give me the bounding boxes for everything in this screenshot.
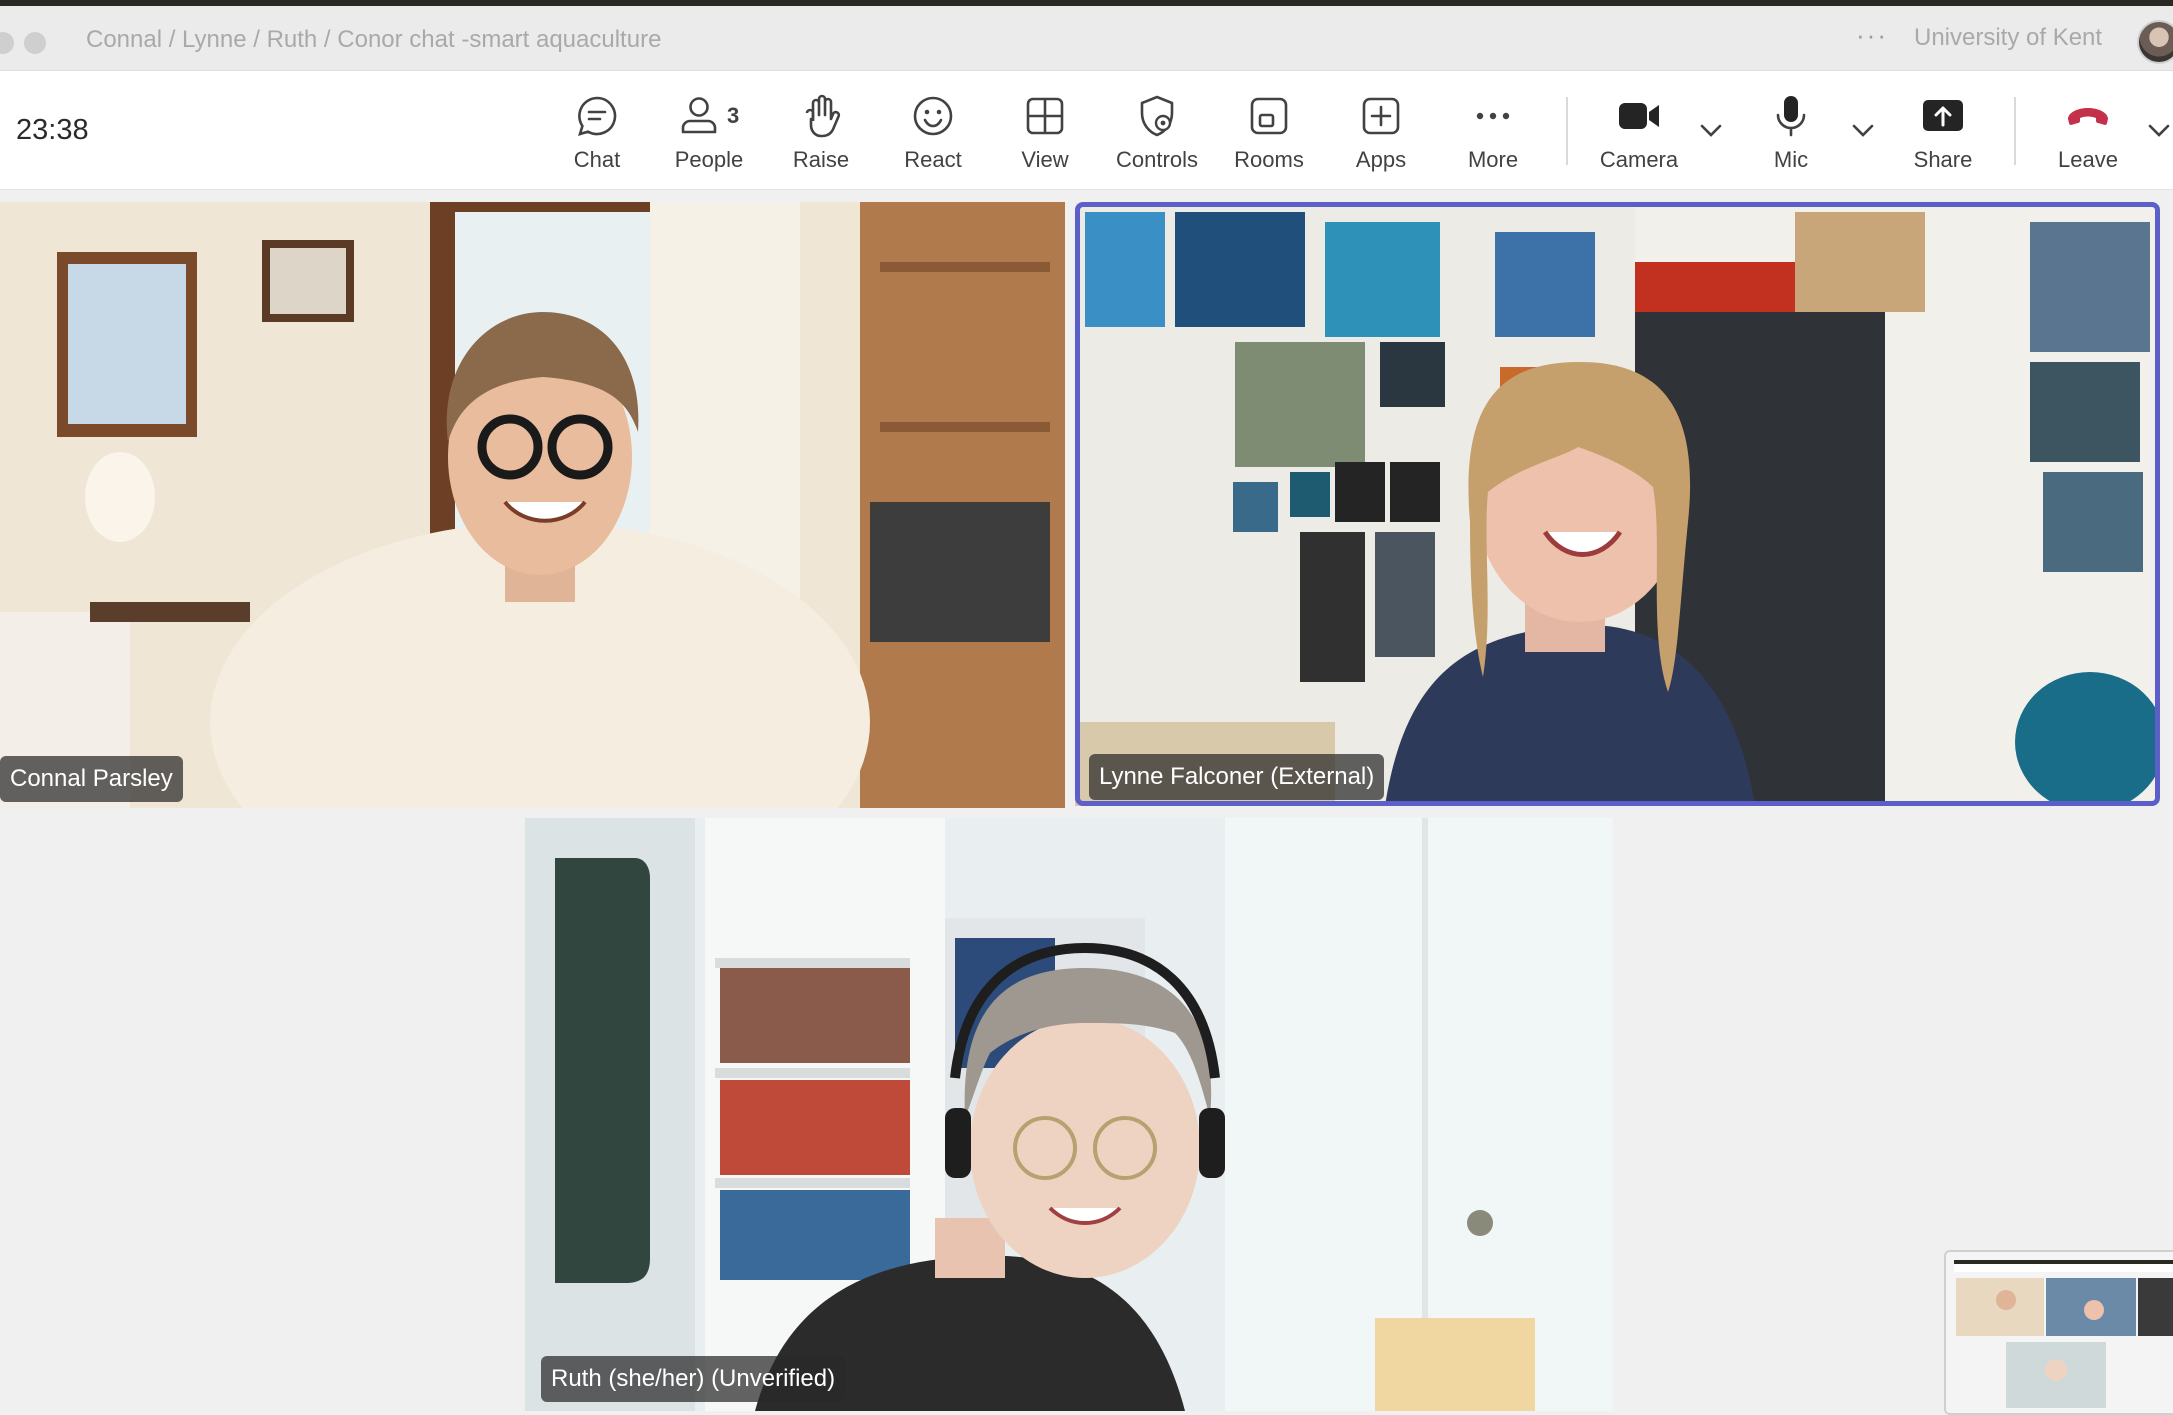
meeting-toolbar: 23:38 Chat 3 People Raise React View Con… (0, 71, 2173, 190)
leave-button[interactable]: Leave (2032, 71, 2144, 189)
participant-video-tile[interactable]: Ruth (she/her) (Unverified) (525, 818, 1613, 1411)
video-stage: Connal Parsley Lynne Falconer (External)… (0, 190, 2173, 1415)
meeting-title: Connal / Lynne / Ruth / Conor chat -smar… (86, 26, 662, 53)
share-button[interactable]: Share (1887, 71, 1999, 189)
title-bar: Connal / Lynne / Ruth / Conor chat -smar… (0, 6, 2173, 71)
window-close-control[interactable] (0, 32, 14, 54)
add-app-icon (1351, 93, 1411, 139)
shield-gear-icon (1127, 93, 1187, 139)
organization-name: University of Kent (1914, 24, 2103, 51)
controls-label: Controls (1116, 147, 1198, 172)
leave-options-chevron-down-icon[interactable] (2144, 115, 2173, 145)
video-camera-icon (1609, 93, 1669, 139)
view-button[interactable]: View (989, 71, 1101, 189)
mic-label: Mic (1773, 147, 1809, 172)
camera-options-chevron-down-icon[interactable] (1696, 115, 1726, 145)
react-button[interactable]: React (877, 71, 989, 189)
mic-button[interactable]: Mic (1735, 71, 1847, 189)
chat-label: Chat (573, 147, 621, 172)
people-button[interactable]: 3 People (653, 71, 765, 189)
leave-label: Leave (2058, 147, 2118, 172)
raise-label: Raise (792, 147, 850, 172)
self-view-thumbnail[interactable] (1944, 1250, 2173, 1415)
camera-button[interactable]: Camera (1583, 71, 1695, 189)
smiley-icon (903, 93, 963, 139)
participant-video-tile[interactable]: Connal Parsley (0, 202, 1065, 808)
apps-button[interactable]: Apps (1325, 71, 1437, 189)
grid-view-icon (1015, 93, 1075, 139)
more-label: More (1467, 147, 1519, 172)
window-minimize-control[interactable] (24, 32, 46, 54)
participant-video-tile-active-speaker[interactable]: Lynne Falconer (External) (1075, 202, 2160, 806)
share-label: Share (1913, 147, 1973, 172)
participant-video (1075, 202, 2160, 806)
rooms-button[interactable]: Rooms (1213, 71, 1325, 189)
more-horizontal-icon (1463, 93, 1523, 139)
breakout-rooms-icon (1239, 93, 1299, 139)
people-count: 3 (727, 103, 740, 128)
self-view-preview (1946, 1252, 2173, 1413)
controls-button[interactable]: Controls (1101, 71, 1213, 189)
raise-hand-icon (791, 93, 851, 139)
user-avatar[interactable] (2137, 20, 2173, 64)
toolbar-separator (1566, 97, 1568, 165)
share-screen-icon (1913, 93, 1973, 139)
microphone-icon (1761, 93, 1821, 139)
participant-name-tag: Ruth (she/her) (Unverified) (541, 1356, 846, 1402)
people-label: People (674, 147, 744, 172)
raise-hand-button[interactable]: Raise (765, 71, 877, 189)
more-button[interactable]: More (1437, 71, 1549, 189)
more-horizontal-icon[interactable]: ··· (1856, 20, 1888, 51)
participant-name-tag: Lynne Falconer (External) (1089, 754, 1385, 800)
person-icon: 3 (679, 93, 739, 139)
chat-bubble-icon (567, 93, 627, 139)
camera-label: Camera (1599, 147, 1679, 172)
hang-up-phone-icon (2058, 93, 2118, 139)
participant-video (0, 202, 1065, 808)
participant-name-tag: Connal Parsley (0, 756, 183, 802)
meeting-timer: 23:38 (16, 114, 89, 146)
mic-options-chevron-down-icon[interactable] (1848, 115, 1878, 145)
view-label: View (1021, 147, 1069, 172)
toolbar-separator (2014, 97, 2016, 165)
participant-video (525, 818, 1613, 1411)
apps-label: Apps (1355, 147, 1407, 172)
react-label: React (904, 147, 962, 172)
rooms-label: Rooms (1234, 147, 1304, 172)
chat-button[interactable]: Chat (541, 71, 653, 189)
